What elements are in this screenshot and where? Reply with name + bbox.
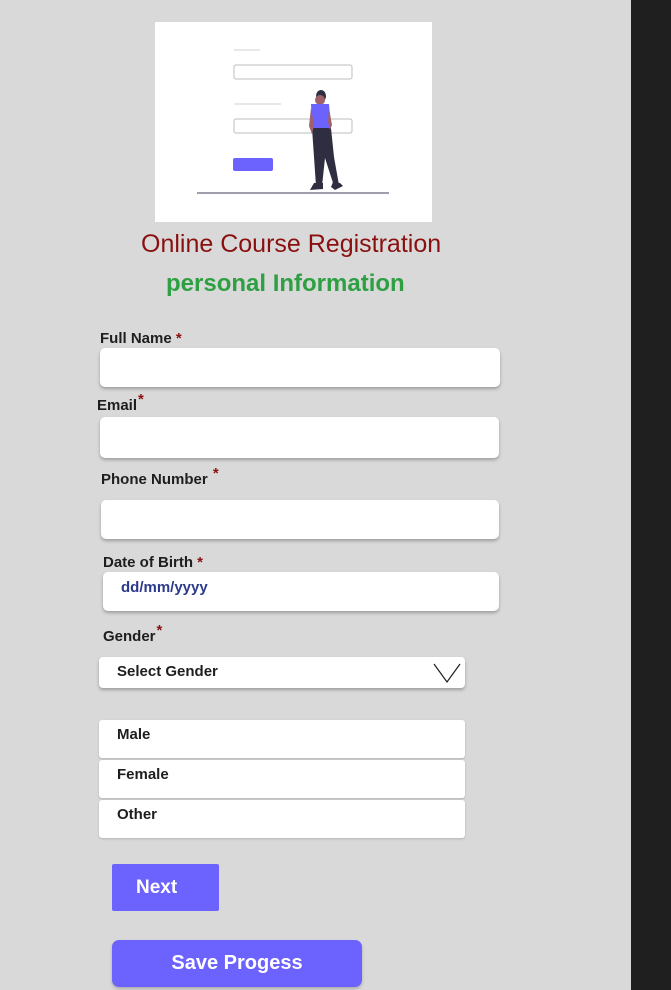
chevron-down-icon[interactable]	[433, 662, 461, 689]
gender-select[interactable]: Select Gender	[99, 657, 465, 688]
page-title: Online Course Registration	[141, 230, 442, 258]
dob-placeholder: dd/mm/yyyy	[121, 579, 208, 596]
gender-option-male[interactable]: Male	[99, 720, 465, 758]
email-field[interactable]	[100, 417, 499, 458]
gender-option-label: Male	[117, 726, 151, 743]
gender-label-text: Gender	[103, 628, 156, 645]
phone-number-field[interactable]	[101, 500, 499, 539]
phone-label-text: Phone Number	[101, 471, 208, 488]
email-label-text: Email	[97, 397, 138, 414]
required-marker: *	[138, 391, 144, 408]
gender-option-female[interactable]: Female	[99, 760, 465, 798]
full-name-label: Full Name *	[100, 330, 182, 347]
required-marker: *	[212, 465, 219, 482]
gender-selected-value: Select Gender	[117, 663, 218, 680]
registration-illustration	[155, 22, 432, 222]
full-name-label-text: Full Name	[100, 330, 172, 347]
save-progress-button[interactable]: Save Progess	[112, 940, 362, 987]
date-of-birth-field[interactable]: dd/mm/yyyy	[103, 572, 499, 611]
gender-option-other[interactable]: Other	[99, 800, 465, 838]
gender-label: Gender*	[103, 622, 162, 645]
dob-label-text: Date of Birth	[103, 554, 193, 571]
section-subtitle: personal Information	[166, 270, 405, 297]
full-name-field[interactable]	[100, 348, 500, 387]
required-marker: *	[197, 554, 204, 571]
phone-label: Phone Number *	[101, 465, 219, 488]
dob-label: Date of Birth *	[103, 554, 203, 571]
required-marker: *	[175, 330, 182, 347]
required-marker: *	[156, 622, 163, 639]
next-button[interactable]: Next	[112, 864, 219, 911]
gender-option-label: Female	[117, 766, 169, 783]
dark-side-panel	[631, 0, 671, 990]
gender-option-label: Other	[117, 806, 158, 823]
email-label: Email*	[97, 391, 144, 414]
